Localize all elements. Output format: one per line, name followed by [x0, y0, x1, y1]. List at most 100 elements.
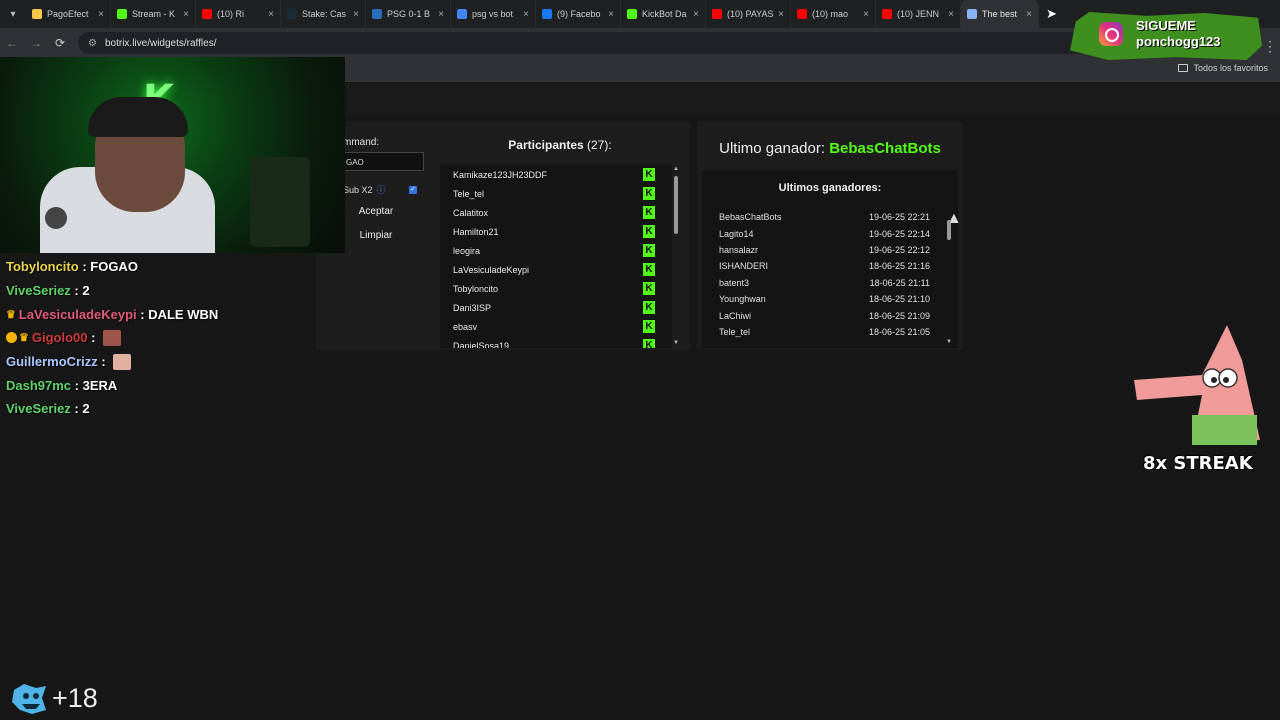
scroll-up-icon[interactable]: ▲: [673, 166, 679, 172]
tab-favicon-icon: [967, 9, 977, 19]
crown-icon: ♛: [19, 332, 29, 345]
tab-close-icon[interactable]: ×: [948, 9, 954, 20]
chat-separator: :: [97, 354, 110, 370]
winner-date: 18-06-25 21:10: [868, 294, 930, 305]
tab-favicon-icon: [882, 9, 892, 19]
tab-title: psg vs bot: [472, 9, 514, 19]
tab-close-icon[interactable]: ×: [608, 9, 614, 20]
chat-separator: :: [70, 401, 83, 417]
tab-close-icon[interactable]: ×: [778, 9, 784, 20]
winner-date: 19-06-25 22:14: [868, 228, 930, 239]
tab-close-icon[interactable]: ×: [183, 9, 189, 20]
tab-favicon-icon: [372, 9, 382, 19]
browser-tab[interactable]: PSG 0-1 B ×: [366, 0, 451, 28]
chat-text: 2: [82, 283, 90, 299]
tab-title: Stake: Cas: [302, 9, 347, 19]
tab-title: KickBot Da: [642, 9, 687, 19]
kick-icon: K: [643, 225, 655, 238]
tab-favicon-icon: [542, 9, 552, 19]
chat-separator: :: [136, 306, 149, 322]
kick-icon: K: [643, 168, 655, 181]
winner-date: 18-06-25 21:05: [868, 326, 930, 337]
winners-scrollbar[interactable]: ▲ ▼: [946, 210, 962, 345]
chat-text: 2: [82, 401, 90, 417]
browser-tab[interactable]: (10) Ri ×: [196, 0, 281, 28]
url-field[interactable]: ⚙ botrix.live/widgets/raffles/: [78, 32, 1128, 54]
tab-title: Stream - K: [132, 9, 176, 19]
browser-tab[interactable]: (9) Facebo ×: [536, 0, 621, 28]
command-label: mmand:: [343, 137, 380, 148]
browser-tab[interactable]: The best ×: [961, 0, 1039, 28]
winner-row: LaChiwi 18-06-25 21:09: [702, 307, 958, 323]
tab-close-icon[interactable]: ×: [523, 9, 529, 20]
viewer-count: +18: [52, 683, 98, 713]
chat-badge-icon: [6, 332, 17, 344]
tab-search-button[interactable]: ▾: [0, 0, 26, 28]
chat-message: Tobyloncito : FOGAO: [6, 255, 326, 279]
browser-menu-icon[interactable]: ⋮: [1263, 38, 1277, 55]
browser-tab[interactable]: (10) JENN ×: [876, 0, 961, 28]
folder-icon: [1178, 64, 1189, 72]
scroll-thumb[interactable]: [674, 176, 678, 234]
winner-name: Younghwan: [719, 294, 766, 305]
tab-favicon-icon: [457, 9, 467, 19]
tab-close-icon[interactable]: ×: [268, 9, 274, 20]
tab-close-icon[interactable]: ×: [693, 9, 699, 20]
tab-close-icon[interactable]: ×: [863, 9, 869, 20]
winners-scroll-thumb[interactable]: [947, 220, 951, 240]
browser-tab[interactable]: KickBot Da ×: [621, 0, 706, 28]
shirt-logo: [45, 207, 67, 229]
browser-tab[interactable]: psg vs bot ×: [451, 0, 536, 28]
streak-label: 8x STREAK: [1143, 453, 1253, 474]
forward-button[interactable]: →: [24, 36, 48, 50]
winner-name: hansalazr: [719, 244, 759, 255]
tab-close-icon[interactable]: ×: [438, 9, 444, 20]
kick-icon: K: [643, 263, 655, 276]
sub-x2-checkbox[interactable]: ✓: [409, 185, 417, 194]
participant-name: Tobyloncito: [453, 283, 499, 294]
winners-box[interactable]: Ultimos ganadores: BebasChatBots 19-06-25…: [702, 170, 958, 348]
tab-title: (10) mao: [812, 9, 849, 19]
browser-tab[interactable]: (10) PAYAS ×: [706, 0, 791, 28]
tab-close-icon[interactable]: ×: [353, 9, 359, 20]
follow-username: ponchogg123: [1136, 34, 1221, 49]
browser-tab[interactable]: (10) mao ×: [791, 0, 876, 28]
browser-tab[interactable]: PagoEfect ×: [26, 0, 111, 28]
browser-tab[interactable]: Stake: Cas ×: [281, 0, 366, 28]
participant-name: Hamilton21: [453, 226, 499, 237]
participants-list[interactable]: Kamikaze123JH23DDF K Tele_tel K Calatitox K Ha…: [440, 165, 672, 348]
chat-message: ViveSeriez : 2: [6, 397, 326, 421]
chat-overlay: Tobyloncito : FOGAO ViveSeriez : 2 ♛ LaVesi…: [6, 255, 326, 421]
scroll-down-icon[interactable]: ▼: [673, 340, 679, 346]
tab-close-icon[interactable]: ×: [1026, 9, 1032, 20]
winner-date: 19-06-25 22:21: [868, 212, 930, 223]
all-bookmarks[interactable]: Todos los favoritos: [1178, 63, 1268, 73]
participants-scrollbar[interactable]: ▲ ▼: [673, 166, 679, 346]
info-icon[interactable]: ⓘ: [377, 183, 386, 196]
winner-name: Lagito14: [719, 228, 754, 239]
command-input[interactable]: GAO: [343, 152, 424, 171]
chat-separator: :: [78, 259, 91, 275]
winner-date: 18-06-25 21:09: [868, 310, 930, 321]
chat-text: DALE WBN: [148, 306, 219, 322]
chat-username: Tobyloncito: [6, 259, 79, 275]
back-button[interactable]: ←: [0, 36, 24, 50]
chat-message: Dash97mc : 3ERA: [6, 373, 326, 397]
participant-name: leogira: [453, 245, 481, 256]
tab-favicon-icon: [32, 9, 42, 19]
browser-tab[interactable]: Stream - K ×: [111, 0, 196, 28]
tab-favicon-icon: [117, 9, 127, 19]
tab-favicon-icon: [287, 9, 297, 19]
site-info-icon[interactable]: ⚙: [88, 38, 97, 49]
kick-icon: K: [643, 206, 655, 219]
tab-close-icon[interactable]: ×: [98, 9, 104, 20]
reload-button[interactable]: ⟳: [48, 36, 72, 50]
crown-icon: ♛: [6, 308, 16, 321]
url-text: botrix.live/widgets/raffles/: [104, 37, 217, 49]
tab-title: PSG 0-1 B: [387, 9, 431, 19]
clear-button[interactable]: Limpiar: [343, 227, 409, 245]
winner-row: BebasChatBots 19-06-25 22:21: [702, 209, 958, 225]
winners-scroll-down-icon[interactable]: ▼: [946, 339, 952, 345]
kick-icon: K: [643, 282, 655, 295]
accept-button[interactable]: Aceptar: [343, 203, 409, 221]
